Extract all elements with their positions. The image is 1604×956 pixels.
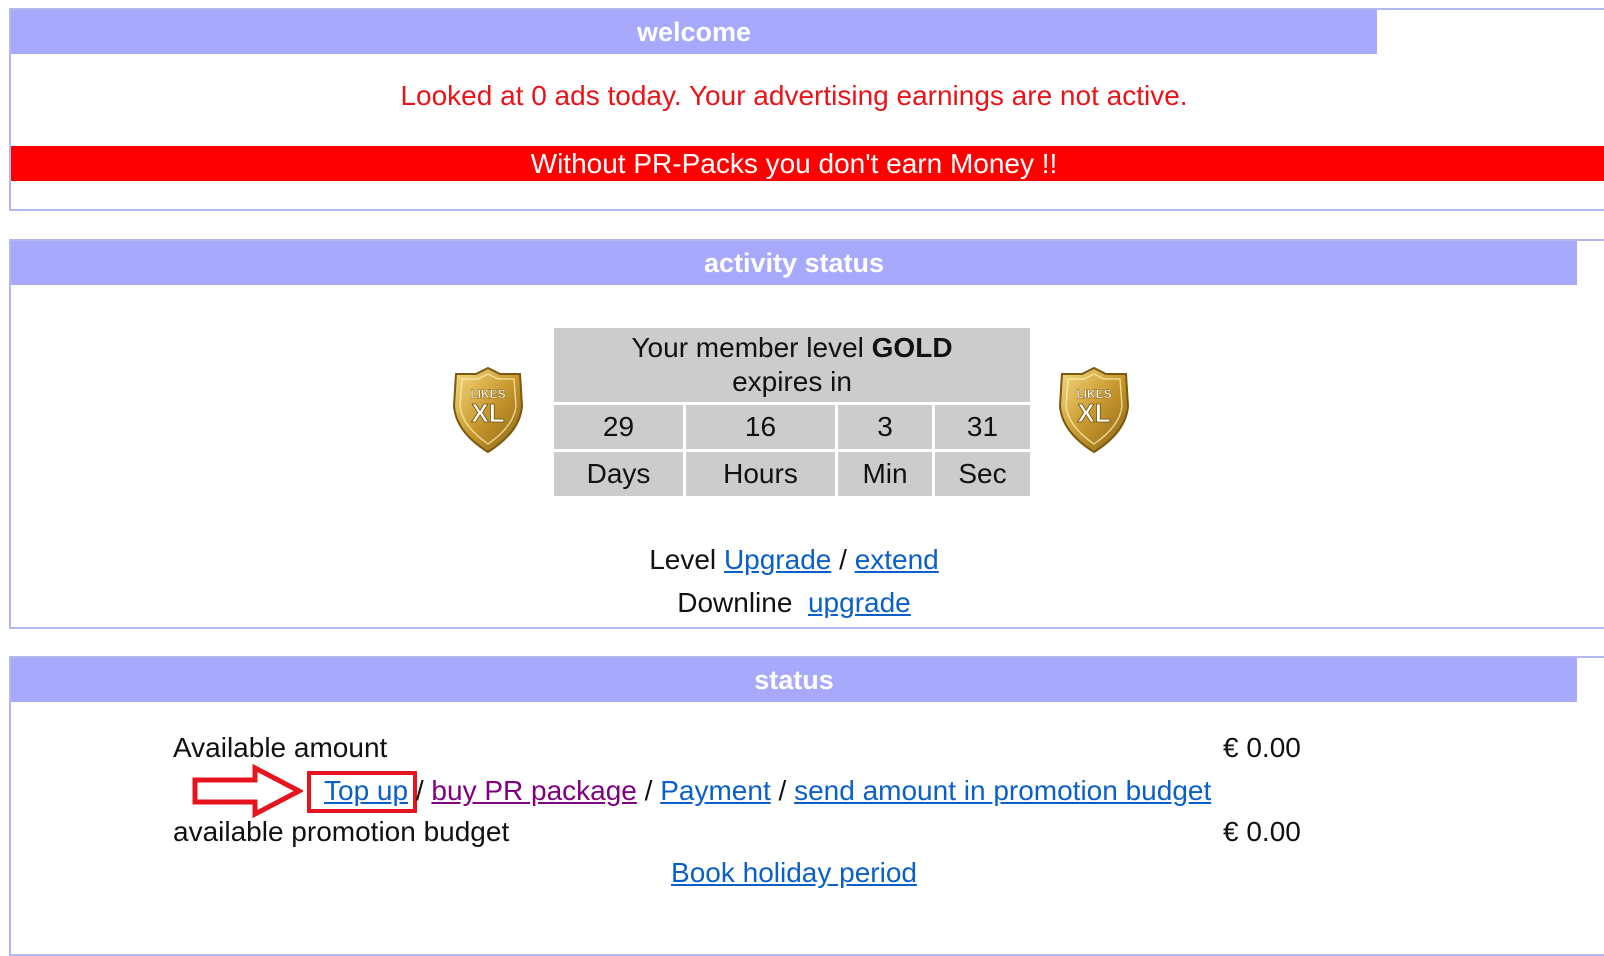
countdown-days-value: 29 [554, 405, 683, 449]
status-panel: status Available amount € 0.00 Top up / … [9, 656, 1604, 956]
welcome-panel: welcome Looked at 0 ads today. Your adve… [9, 8, 1604, 211]
countdown-values-row: 29 16 3 31 [554, 405, 1030, 449]
likes-xl-badge-left-icon: LIKES XL [450, 366, 526, 454]
activity-status-panel: activity status LIKES XL Your member lev… [9, 239, 1604, 629]
available-amount-label: Available amount [173, 732, 388, 763]
downline-upgrade-link[interactable]: upgrade [808, 587, 911, 618]
red-arrow-right-icon [191, 763, 305, 823]
svg-text:XL: XL [471, 398, 504, 428]
level-upgrade-line: Level Upgrade / extend [649, 544, 939, 575]
downline-upgrade-line: Downline upgrade [11, 587, 1577, 619]
member-level-table: Your member level GOLD expires in 29 16 … [551, 325, 1033, 499]
pr-packs-warning-bar: Without PR-Packs you don't earn Money !! [11, 146, 1604, 181]
available-amount-value: € 0.00 [1223, 732, 1301, 763]
countdown-days-unit: Days [554, 452, 683, 496]
status-header: status [11, 658, 1577, 702]
countdown-sec-value: 31 [935, 405, 1030, 449]
svg-text:XL: XL [1077, 398, 1110, 428]
member-level-value: GOLD [871, 332, 953, 363]
top-up-link[interactable]: Top up [324, 775, 408, 806]
member-level-cell: Your member level GOLD expires in [554, 328, 1030, 402]
countdown-min-value: 3 [838, 405, 932, 449]
buy-pr-package-link[interactable]: buy PR package [431, 775, 636, 806]
likes-xl-badge-right-icon: LIKES XL [1056, 366, 1132, 454]
activity-status-header: activity status [11, 241, 1577, 285]
countdown-hours-unit: Hours [686, 452, 835, 496]
funding-links: Top up / buy PR package / Payment / send… [324, 775, 1212, 806]
level-label: Level [649, 544, 717, 575]
countdown-hours-value: 16 [686, 405, 835, 449]
promotion-budget-label: available promotion budget [173, 816, 510, 847]
level-upgrade-link[interactable]: Upgrade [724, 544, 831, 575]
book-holiday-period-link[interactable]: Book holiday period [671, 857, 917, 888]
payment-link[interactable]: Payment [660, 775, 771, 806]
ads-notice: Looked at 0 ads today. Your advertising … [400, 80, 1188, 111]
pr-packs-warning-text: Without PR-Packs you don't earn Money !! [530, 148, 1058, 179]
send-to-promotion-budget-link[interactable]: send amount in promotion budget [794, 775, 1211, 806]
promotion-budget-value: € 0.00 [1223, 816, 1301, 847]
holiday-line: Book holiday period [11, 857, 1577, 889]
countdown-units-row: Days Hours Min Sec [554, 452, 1030, 496]
countdown-sec-unit: Sec [935, 452, 1030, 496]
level-extend-link[interactable]: extend [855, 544, 939, 575]
welcome-header: welcome [11, 10, 1377, 54]
downline-label: Downline [677, 587, 793, 618]
countdown-min-unit: Min [838, 452, 932, 496]
expires-label: expires in [732, 366, 852, 397]
